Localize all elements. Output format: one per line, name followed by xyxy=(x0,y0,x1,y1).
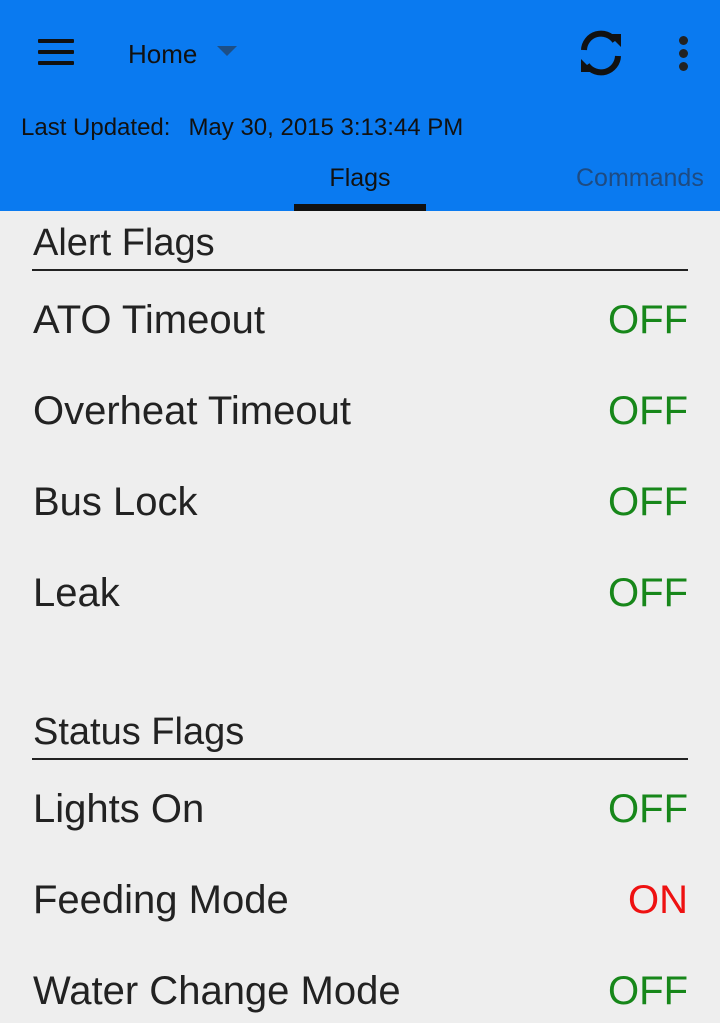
flag-row-overheat-timeout: Overheat Timeout OFF xyxy=(33,381,688,441)
flag-status: ON xyxy=(628,877,688,922)
section-divider xyxy=(32,269,688,271)
last-updated-value: May 30, 2015 3:13:44 PM xyxy=(188,114,464,141)
flag-row-feeding-mode: Feeding Mode ON xyxy=(33,870,688,930)
tab-selected-indicator xyxy=(294,204,426,211)
overflow-dot xyxy=(679,62,688,71)
menu-line xyxy=(38,50,74,54)
flag-label: Feeding Mode xyxy=(33,877,289,922)
overflow-dot xyxy=(679,49,688,58)
flag-status: OFF xyxy=(608,968,688,1013)
chevron-down-icon xyxy=(217,46,238,56)
more-vert-icon[interactable] xyxy=(668,32,700,76)
section-divider xyxy=(32,758,688,760)
flag-row-bus-lock: Bus Lock OFF xyxy=(33,472,688,532)
menu-line xyxy=(38,39,74,43)
flag-row-lights-on: Lights On OFF xyxy=(33,779,688,839)
flag-label: ATO Timeout xyxy=(33,297,265,342)
flag-status: OFF xyxy=(608,388,688,433)
tab-commands[interactable]: Commands xyxy=(576,164,704,193)
location-dropdown[interactable]: Home xyxy=(128,36,238,72)
flag-status: OFF xyxy=(608,786,688,831)
tab-flags[interactable]: Flags xyxy=(294,164,426,193)
section-title-alert-flags: Alert Flags xyxy=(33,222,215,264)
flag-row-leak: Leak OFF xyxy=(33,563,688,623)
flag-row-ato-timeout: ATO Timeout OFF xyxy=(33,290,688,350)
flag-label: Bus Lock xyxy=(33,479,198,524)
refresh-icon[interactable] xyxy=(574,26,628,80)
hamburger-menu-icon[interactable] xyxy=(28,30,84,76)
flag-status: OFF xyxy=(608,570,688,615)
flag-label: Lights On xyxy=(33,786,205,831)
menu-line xyxy=(38,61,74,65)
last-updated-label: Last Updated: xyxy=(21,114,171,141)
section-title-status-flags: Status Flags xyxy=(33,711,245,753)
flag-label: Water Change Mode xyxy=(33,968,401,1013)
flag-status: OFF xyxy=(608,479,688,524)
overflow-dot xyxy=(679,36,688,45)
last-updated: Last Updated: May 30, 2015 3:13:44 PM xyxy=(21,114,463,142)
app-bar: Home Last Updated: May 30, 2015 3:13:44 P… xyxy=(0,0,720,211)
flag-row-water-change-mode: Water Change Mode OFF xyxy=(33,961,688,1021)
flag-label: Leak xyxy=(33,570,120,615)
flag-label: Overheat Timeout xyxy=(33,388,351,433)
location-label: Home xyxy=(128,38,198,69)
flag-status: OFF xyxy=(608,297,688,342)
